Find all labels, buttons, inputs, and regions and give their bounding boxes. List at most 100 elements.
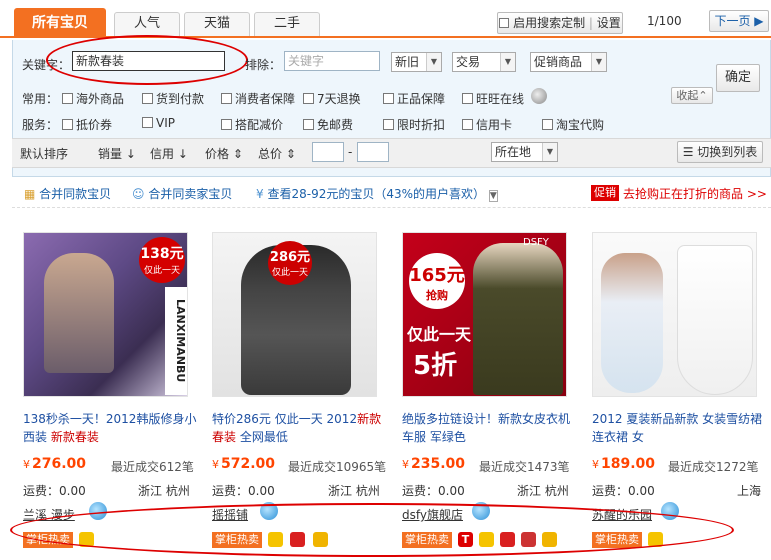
service-label: 服务： <box>22 118 59 132</box>
model-figure <box>601 253 663 393</box>
customize-label: 启用搜索定制 <box>513 16 586 30</box>
next-arrow-icon: ▶ <box>754 14 764 28</box>
product-shipping-3: 运费：0.00 <box>402 484 465 498</box>
filter-wangwang-online[interactable]: 旺旺在线 <box>462 90 524 107</box>
tab-all-items[interactable]: 所有宝贝 <box>14 8 106 38</box>
chevron-down-icon: ▼ <box>591 53 606 71</box>
settings-link[interactable]: 设置 <box>597 16 621 30</box>
arrow-down-icon: ↓ <box>125 147 136 161</box>
filter-voucher[interactable]: 抵价券 <box>62 116 112 133</box>
chevron-down-icon: ▼ <box>542 143 557 161</box>
list-view-button[interactable]: ☰ 切换到列表 <box>677 141 763 163</box>
promo-day-text: 仅此一天 <box>407 325 472 344</box>
filter-purchase-agent[interactable]: 淘宝代购 <box>542 116 604 133</box>
customize-checkbox[interactable] <box>499 18 510 28</box>
list-icon: ☰ <box>682 145 694 159</box>
filter-free-shipping[interactable]: 免邮费 <box>303 116 353 133</box>
merge-same-link[interactable]: ▦ 合并同款宝贝 <box>24 185 111 202</box>
wangwang-icon <box>531 88 547 104</box>
filter-credit-card[interactable]: 信用卡 <box>462 116 512 133</box>
merge-icon: ▦ <box>24 187 36 201</box>
exclude-label: 排除： <box>245 58 282 72</box>
product-image-2[interactable]: 286元 仅此一天 <box>212 232 377 397</box>
product-shipping-1: 运费：0.00 <box>23 484 86 498</box>
condition-select[interactable]: 新旧 ▼ <box>391 52 442 72</box>
product-price-4: ¥189.00 <box>592 456 656 472</box>
chevron-down-icon[interactable]: ▼ <box>488 190 498 202</box>
promo-badge: 促销 <box>591 185 619 201</box>
product-sales-4: 最近成交1272笔 <box>668 460 759 474</box>
brand-logo: DSFY <box>523 237 549 248</box>
location-select[interactable]: 所在地 ▼ <box>491 142 558 162</box>
users-icon: ☺ <box>132 187 145 201</box>
product-price-2: ¥572.00 <box>212 456 276 472</box>
product-title-3[interactable]: 绝版多拉链设计！新款女皮衣机车服 军绿色 <box>402 410 577 446</box>
chevron-down-icon: ▼ <box>500 53 515 71</box>
product-price-1: ¥276.00 <box>23 456 87 472</box>
filter-overseas[interactable]: 海外商品 <box>62 90 124 107</box>
promo-price-sticker: 286元 仅此一天 <box>268 241 312 285</box>
price-min-input[interactable] <box>312 142 344 162</box>
product-image-1[interactable]: 138元 仅此一天 LANXIMANBU <box>23 232 188 397</box>
sort-price[interactable]: 价格 ⇕ <box>205 145 243 162</box>
filter-cod[interactable]: 货到付款 <box>142 90 204 107</box>
filter-7day-return[interactable]: 7天退换 <box>303 90 361 107</box>
tab-tmall[interactable]: 天猫 <box>184 12 250 36</box>
price-tip-link[interactable]: ¥ 查看28-92元的宝贝（43%的用户喜欢） ▼ <box>256 185 498 202</box>
arrow-down-icon: ↓ <box>177 147 188 161</box>
collapse-button[interactable]: 收起⌃ <box>671 87 713 104</box>
exclude-input[interactable]: 关键字 <box>284 51 380 71</box>
product-shipping-2: 运费：0.00 <box>212 484 275 498</box>
price-tip-percent: （43%的用户喜欢） <box>374 187 486 201</box>
promo-price-sticker: 165元 抢购 <box>409 253 465 309</box>
tab-popular[interactable]: 人气 <box>114 12 180 36</box>
merge-seller-link[interactable]: ☺ 合并同卖家宝贝 <box>132 185 232 202</box>
product-location-2: 浙江 杭州 <box>328 484 380 498</box>
promo-link[interactable]: 去抢购正在打折的商品 >> <box>623 185 767 202</box>
product-sales-3: 最近成交1473笔 <box>479 460 570 474</box>
chevron-up-icon: ⌃ <box>698 89 708 102</box>
sort-default[interactable]: 默认排序 <box>20 145 68 162</box>
product-sales-2: 最近成交10965笔 <box>288 460 387 474</box>
product-location-4: 上海 <box>737 484 762 498</box>
promo-price-sticker: 138元 仅此一天 <box>139 237 185 283</box>
product-title-2[interactable]: 特价286元 仅此一天 2012新款春装 全网最低 <box>212 410 387 446</box>
search-customize-button[interactable]: 启用搜索定制 | 设置 <box>497 12 623 34</box>
sort-credit[interactable]: 信用 ↓ <box>150 145 188 162</box>
filter-vip[interactable]: VIP <box>142 116 175 130</box>
promo-select[interactable]: 促销商品 ▼ <box>530 52 607 72</box>
discount-text: 5折 <box>413 351 458 381</box>
tab-second-hand[interactable]: 二手 <box>254 12 320 36</box>
price-range-separator: - <box>348 145 353 159</box>
filter-flash-discount[interactable]: 限时折扣 <box>383 116 445 133</box>
highlight-circle-keyword <box>46 35 248 85</box>
product-image-3[interactable]: DSFY 165元 抢购 仅此一天 5折 <box>402 232 567 397</box>
model-figure <box>473 243 563 395</box>
brand-vertical-text: LANXIMANBU <box>165 287 187 395</box>
page-indicator: 1/100 <box>647 14 682 28</box>
product-sales-1: 最近成交612笔 <box>111 460 194 474</box>
common-label: 常用： <box>22 92 59 106</box>
filter-genuine[interactable]: 正品保障 <box>383 90 445 107</box>
product-shipping-4: 运费：0.00 <box>592 484 655 498</box>
filter-combo-discount[interactable]: 搭配减价 <box>221 116 283 133</box>
trade-select[interactable]: 交易 ▼ <box>452 52 516 72</box>
sort-total[interactable]: 总价 ⇕ <box>258 145 296 162</box>
tab-bar: 所有宝贝 人气 天猫 二手 启用搜索定制 | 设置 1/100 下一页 ▶ <box>0 0 771 38</box>
price-max-input[interactable] <box>357 142 389 162</box>
filter-consumer-protect[interactable]: 消费者保障 <box>221 90 295 107</box>
model-figure <box>44 253 114 373</box>
sort-updown-icon: ⇕ <box>285 147 296 161</box>
product-image-4[interactable] <box>592 232 757 397</box>
product-title-4[interactable]: 2012 夏装新品新款 女装雪纺裙连衣裙 女 <box>592 410 767 446</box>
product-title-1[interactable]: 138秒杀一天！2012韩版修身小西装 新款春装 <box>23 410 198 446</box>
next-page-button[interactable]: 下一页 ▶ <box>709 10 769 32</box>
chevron-down-icon: ▼ <box>426 53 441 71</box>
yen-icon: ¥ <box>256 187 264 201</box>
sort-updown-icon: ⇕ <box>232 147 243 161</box>
dress-figure <box>677 245 753 395</box>
product-price-3: ¥235.00 <box>402 456 466 472</box>
product-location-1: 浙江 杭州 <box>138 484 190 498</box>
sort-sales[interactable]: 销量 ↓ <box>98 145 136 162</box>
confirm-button[interactable]: 确定 <box>716 64 760 92</box>
